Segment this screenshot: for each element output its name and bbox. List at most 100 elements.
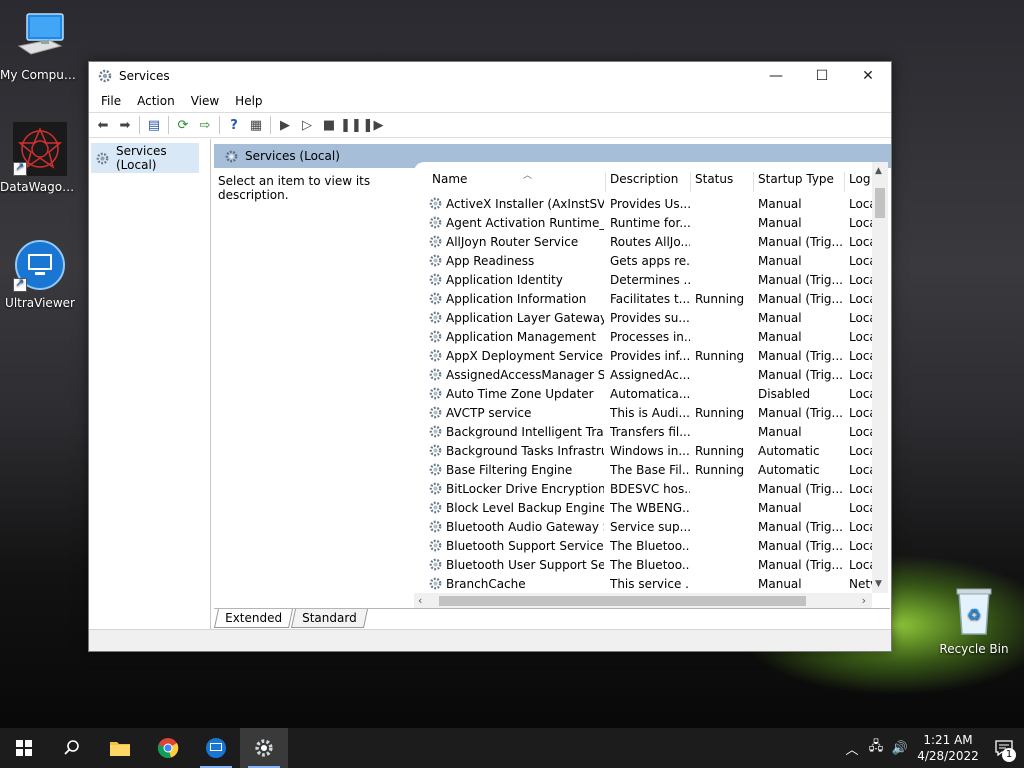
service-name: Application Information bbox=[446, 292, 587, 306]
table-row[interactable]: Agent Activation Runtime_... Runtime for.… bbox=[414, 214, 873, 233]
table-row[interactable]: ActiveX Installer (AxInstSV) Provides Us.… bbox=[414, 195, 873, 214]
scroll-right-icon[interactable]: › bbox=[862, 594, 866, 607]
vertical-scroll-thumb[interactable] bbox=[875, 188, 885, 218]
network-icon[interactable]: 🖧 bbox=[864, 737, 888, 759]
taskbar-chrome[interactable] bbox=[144, 728, 192, 768]
stop-service-icon[interactable]: ■ bbox=[318, 115, 340, 135]
table-row[interactable]: Background Tasks Infrastruc... Windows in… bbox=[414, 442, 873, 461]
table-row[interactable]: Bluetooth Support Service The Bluetoo... M… bbox=[414, 537, 873, 556]
service-name: Bluetooth Audio Gateway S... bbox=[446, 520, 604, 534]
start-button[interactable] bbox=[0, 728, 48, 768]
menu-action[interactable]: Action bbox=[129, 94, 183, 108]
service-name: Bluetooth User Support Ser... bbox=[446, 558, 604, 572]
table-row[interactable]: App Readiness Gets apps re... Manual Loca bbox=[414, 252, 873, 271]
service-startup-type: Manual (Trig... bbox=[758, 539, 843, 553]
service-description: Provides Us... bbox=[610, 197, 690, 211]
desktop-icon-recycle-bin[interactable]: ♻ Recycle Bin bbox=[934, 584, 1014, 656]
service-log-on-as: Loca bbox=[849, 539, 873, 553]
vertical-scrollbar[interactable]: ▲ ▼ bbox=[872, 162, 888, 593]
horizontal-scroll-thumb[interactable] bbox=[439, 596, 806, 606]
service-status: Running bbox=[695, 349, 745, 363]
tab-extended[interactable]: Extended bbox=[213, 609, 294, 628]
back-arrow-icon[interactable]: ⬅ bbox=[92, 115, 114, 135]
minimize-button[interactable]: — bbox=[753, 62, 799, 90]
column-header-description[interactable]: Description bbox=[606, 172, 691, 192]
table-row[interactable]: Background Intelligent Tran... Transfers … bbox=[414, 423, 873, 442]
table-row[interactable]: AllJoyn Router Service Routes AllJo... Man… bbox=[414, 233, 873, 252]
service-description: Provides su... bbox=[610, 311, 690, 325]
column-header-startup-type[interactable]: Startup Type bbox=[754, 172, 845, 192]
service-description: Gets apps re... bbox=[610, 254, 690, 268]
menu-file[interactable]: File bbox=[93, 94, 129, 108]
search-button[interactable] bbox=[48, 728, 96, 768]
taskbar: ︿ 🖧 🔊 1:21 AM 4/28/2022 1 bbox=[0, 728, 1024, 768]
service-description: Processes in... bbox=[610, 330, 690, 344]
menu-view[interactable]: View bbox=[183, 94, 227, 108]
restart-service-icon[interactable]: ❚▶ bbox=[362, 115, 384, 135]
menu-help[interactable]: Help bbox=[227, 94, 270, 108]
table-row[interactable]: AppX Deployment Service (... Provides inf… bbox=[414, 347, 873, 366]
scroll-up-icon[interactable]: ▲ bbox=[875, 166, 882, 176]
table-row[interactable]: Base Filtering Engine The Base Fil... Runn… bbox=[414, 461, 873, 480]
services-window[interactable]: Services — ☐ ✕ File Action View Help ⬅ ➡… bbox=[88, 61, 892, 652]
forward-arrow-icon[interactable]: ➡ bbox=[114, 115, 136, 135]
column-header-label: Description bbox=[610, 172, 679, 186]
desktop-icon-ultraviewer[interactable]: UltraViewer bbox=[0, 238, 80, 310]
services-gear-icon bbox=[97, 68, 113, 84]
properties-icon[interactable]: ▦ bbox=[245, 115, 267, 135]
table-row[interactable]: Auto Time Zone Updater Automatica... Disab… bbox=[414, 385, 873, 404]
description-prompt: Select an item to view its description. bbox=[218, 174, 371, 202]
action-center-button[interactable]: 1 bbox=[984, 728, 1024, 768]
services-gear-icon bbox=[255, 739, 273, 757]
scroll-down-icon[interactable]: ▼ bbox=[875, 579, 882, 589]
window-title: Services bbox=[119, 69, 170, 83]
maximize-button[interactable]: ☐ bbox=[799, 62, 845, 90]
column-header-status[interactable]: Status bbox=[691, 172, 754, 192]
table-row[interactable]: BranchCache This service ... Manual Netv bbox=[414, 575, 873, 594]
close-button[interactable]: ✕ bbox=[845, 62, 891, 90]
service-startup-type: Manual (Trig... bbox=[758, 292, 843, 306]
services-list[interactable]: ︿ Name Description Status Startup Type L… bbox=[414, 162, 888, 609]
taskbar-services[interactable] bbox=[240, 728, 288, 768]
clock[interactable]: 1:21 AM 4/28/2022 bbox=[912, 732, 984, 764]
tab-standard[interactable]: Standard bbox=[290, 609, 368, 628]
tab-label: Standard bbox=[302, 611, 357, 625]
table-row[interactable]: Application Information Facilitates t... R… bbox=[414, 290, 873, 309]
service-log-on-as: Netv bbox=[849, 577, 873, 591]
volume-icon[interactable]: 🔊 bbox=[888, 741, 912, 756]
refresh-icon[interactable]: ⟳ bbox=[172, 115, 194, 135]
title-bar[interactable]: Services — ☐ ✕ bbox=[89, 62, 891, 90]
table-row[interactable]: AssignedAccessManager Se... AssignedAc...… bbox=[414, 366, 873, 385]
table-row[interactable]: BitLocker Drive Encryption ... BDESVC hos… bbox=[414, 480, 873, 499]
table-row[interactable]: Application Management Processes in... Man… bbox=[414, 328, 873, 347]
pause-service-icon[interactable]: ❚❚ bbox=[340, 115, 362, 135]
horizontal-scrollbar[interactable]: ‹ › bbox=[414, 593, 872, 609]
desktop-icon-label: Recycle Bin bbox=[939, 642, 1009, 656]
help-icon[interactable]: ? bbox=[223, 115, 245, 135]
export-list-icon[interactable]: ⇨ bbox=[194, 115, 216, 135]
desktop-icon-datawagon[interactable]: DataWagon... bbox=[0, 122, 80, 194]
table-row[interactable]: Bluetooth User Support Ser... The Bluetoo… bbox=[414, 556, 873, 575]
table-row[interactable]: Block Level Backup Engine ... The WBENG..… bbox=[414, 499, 873, 518]
scroll-left-icon[interactable]: ‹ bbox=[418, 594, 422, 607]
column-header-name[interactable]: ︿ Name bbox=[428, 172, 606, 192]
sort-ascending-icon: ︿ bbox=[523, 172, 533, 181]
service-gear-icon bbox=[428, 424, 443, 442]
show-hidden-icons-chevron-up-icon[interactable]: ︿ bbox=[840, 739, 864, 758]
service-gear-icon bbox=[428, 576, 443, 594]
table-row[interactable]: Application Layer Gateway ... Provides su… bbox=[414, 309, 873, 328]
show-hide-console-tree-icon[interactable]: ▤ bbox=[143, 115, 165, 135]
column-header-log-on-as[interactable]: Log bbox=[845, 172, 872, 192]
service-name: BranchCache bbox=[446, 577, 526, 591]
service-name: Bluetooth Support Service bbox=[446, 539, 604, 553]
start-service-icon[interactable]: ▶ bbox=[274, 115, 296, 135]
tree-item-services-local[interactable]: Services (Local) bbox=[91, 143, 199, 173]
table-row[interactable]: AVCTP service This is Audi... Running Manua… bbox=[414, 404, 873, 423]
desktop-icon-my-computer[interactable]: My Computer bbox=[0, 10, 80, 82]
table-row[interactable]: Bluetooth Audio Gateway S... Service sup.… bbox=[414, 518, 873, 537]
taskbar-ultraviewer[interactable] bbox=[192, 728, 240, 768]
taskbar-file-explorer[interactable] bbox=[96, 728, 144, 768]
start-service-alt-icon[interactable]: ▷ bbox=[296, 115, 318, 135]
table-row[interactable]: Application Identity Determines ... Manual… bbox=[414, 271, 873, 290]
recycle-bin-icon: ♻ bbox=[947, 584, 1001, 638]
